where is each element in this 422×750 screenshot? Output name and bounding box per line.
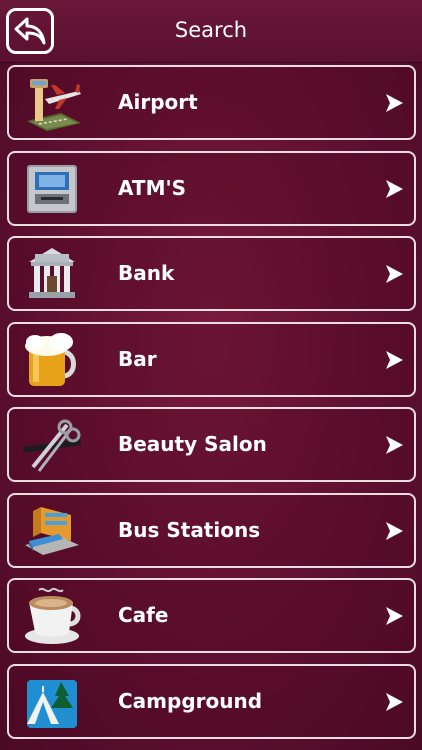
chevron-right-icon [386, 94, 403, 112]
list-item-atm[interactable]: ATM'S [7, 150, 416, 226]
atm-icon [27, 164, 77, 213]
chevron-right-icon [386, 179, 403, 198]
list-item-bus-stations[interactable]: Bus Stations [7, 492, 416, 568]
item-label: Cafe [118, 603, 169, 627]
page-title: Search [174, 18, 248, 42]
coffee-cup-icon [25, 587, 81, 644]
chevron-right-icon [386, 607, 403, 625]
item-label: ATM'S [118, 175, 186, 200]
scissors-comb-icon [22, 419, 82, 472]
airport-icon [27, 79, 81, 131]
chevron-right-icon [386, 265, 403, 283]
chevron-right-icon [386, 436, 403, 454]
item-label: Beauty Salon [118, 432, 267, 456]
item-label: Bus Stations [118, 517, 261, 542]
item-label: Airport [118, 90, 198, 114]
item-label: Campground [118, 688, 263, 713]
list-item-campground[interactable]: Campground [7, 663, 416, 739]
bank-icon [29, 248, 75, 298]
category-list: Airport ATM'S Bank Bar Beauty Salon Bus … [7, 65, 416, 749]
beer-mug-icon [25, 332, 76, 386]
list-item-bar[interactable]: Bar [7, 321, 416, 397]
bus-station-icon [25, 506, 79, 555]
list-item-beauty-salon[interactable]: Beauty Salon [7, 407, 416, 482]
list-item-airport[interactable]: Airport [7, 65, 416, 140]
chevron-right-icon [386, 521, 403, 540]
item-label: Bar [118, 346, 157, 371]
list-item-cafe[interactable]: Cafe [7, 578, 416, 653]
campground-icon [27, 679, 77, 728]
chevron-right-icon [386, 692, 403, 711]
app-header: Search [0, 0, 422, 63]
chevron-right-icon [386, 350, 403, 369]
list-item-bank[interactable]: Bank [7, 236, 416, 311]
item-label: Bank [118, 261, 175, 285]
